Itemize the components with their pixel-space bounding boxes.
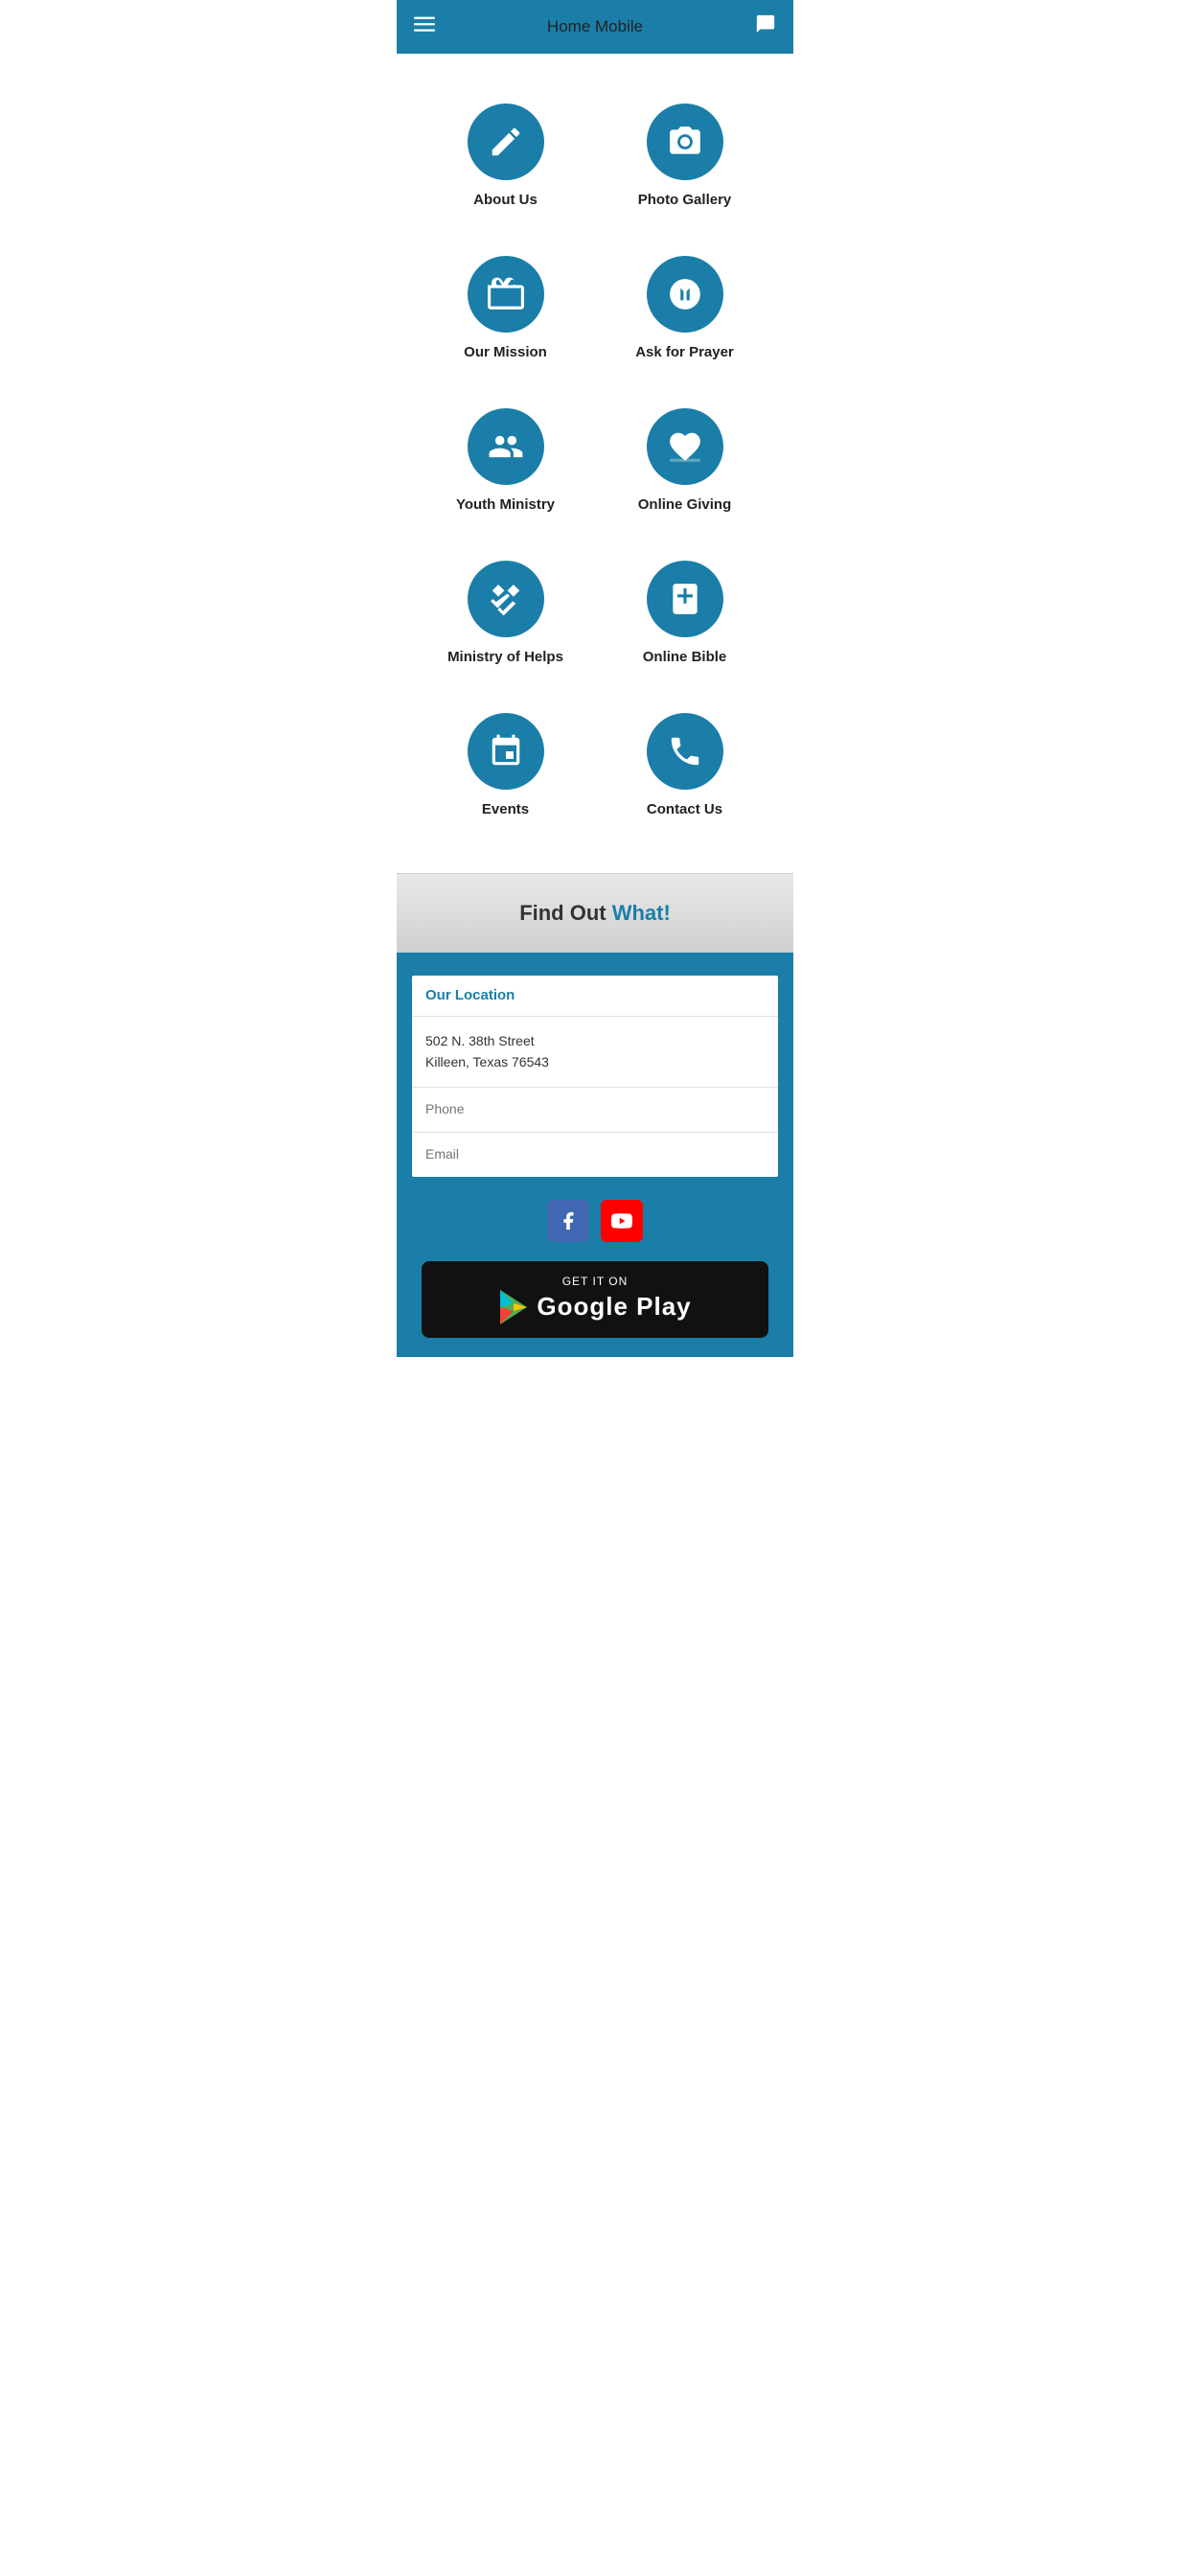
social-row [412,1200,778,1242]
menu-item-events[interactable]: Events [416,692,595,844]
location-card-header: Our Location [412,976,778,1017]
hamburger-icon[interactable] [414,13,435,40]
online-giving-label: Online Giving [638,496,732,513]
contact-us-icon-circle [647,713,723,790]
menu-item-online-giving[interactable]: Online Giving [595,387,774,540]
ask-for-prayer-label: Ask for Prayer [635,344,734,360]
menu-item-youth-ministry[interactable]: Youth Ministry [416,387,595,540]
find-out-text: Find Out What! [519,901,671,925]
praying-hands-icon [667,276,703,312]
menu-item-online-bible[interactable]: Online Bible [595,540,774,692]
phone-input[interactable] [425,1101,765,1116]
menu-item-about-us[interactable]: About Us [416,82,595,235]
google-play-banner[interactable]: GET IT ON Google Play [422,1261,768,1338]
online-bible-icon-circle [647,561,723,637]
facebook-icon [558,1210,579,1231]
about-us-label: About Us [473,192,538,208]
youtube-button[interactable] [601,1200,643,1242]
handshake-icon [488,581,524,617]
pencil-icon [488,124,524,160]
phone-icon [667,733,703,770]
menu-item-our-mission[interactable]: Our Mission [416,235,595,387]
location-address: 502 N. 38th Street Killeen, Texas 76543 [412,1017,778,1088]
get-it-on-text: GET IT ON [562,1275,629,1288]
find-out-section: Find Out What! [397,874,793,953]
photo-gallery-icon-circle [647,104,723,180]
phone-field-wrapper[interactable] [412,1088,778,1133]
camera-icon [667,124,703,160]
google-play-icon [498,1290,529,1324]
email-input[interactable] [425,1146,765,1162]
chat-icon[interactable] [755,13,776,40]
page-title: Home Mobile [547,17,643,36]
our-mission-label: Our Mission [464,344,547,360]
ministry-of-helps-icon-circle [468,561,544,637]
youth-ministry-label: Youth Ministry [456,496,555,513]
youth-ministry-icon-circle [468,408,544,485]
menu-item-photo-gallery[interactable]: Photo Gallery [595,82,774,235]
heart-hand-icon [667,428,703,465]
briefcase-icon [488,276,524,312]
menu-grid: About Us Photo Gallery Our Mission Ask f… [397,54,793,863]
location-card-title: Our Location [425,987,515,1003]
calendar-icon [488,733,524,770]
blue-section: Our Location 502 N. 38th Street Killeen,… [397,953,793,1357]
ministry-of-helps-label: Ministry of Helps [447,649,563,665]
events-label: Events [482,801,529,817]
events-icon-circle [468,713,544,790]
menu-item-contact-us[interactable]: Contact Us [595,692,774,844]
google-play-text: Google Play [537,1292,691,1322]
facebook-button[interactable] [547,1200,589,1242]
app-header: Home Mobile [397,0,793,54]
youtube-icon [611,1210,632,1231]
online-giving-icon-circle [647,408,723,485]
menu-item-ask-for-prayer[interactable]: Ask for Prayer [595,235,774,387]
our-mission-icon-circle [468,256,544,333]
address-line1: 502 N. 38th Street [425,1030,765,1051]
online-bible-label: Online Bible [643,649,727,665]
people-icon [488,428,524,465]
google-play-store-row: Google Play [498,1290,691,1324]
photo-gallery-label: Photo Gallery [638,192,732,208]
email-field-wrapper[interactable] [412,1133,778,1177]
address-line2: Killeen, Texas 76543 [425,1051,765,1072]
contact-us-label: Contact Us [647,801,722,817]
location-card: Our Location 502 N. 38th Street Killeen,… [412,976,778,1177]
about-us-icon-circle [468,104,544,180]
ask-for-prayer-icon-circle [647,256,723,333]
bible-icon [667,581,703,617]
menu-item-ministry-of-helps[interactable]: Ministry of Helps [416,540,595,692]
